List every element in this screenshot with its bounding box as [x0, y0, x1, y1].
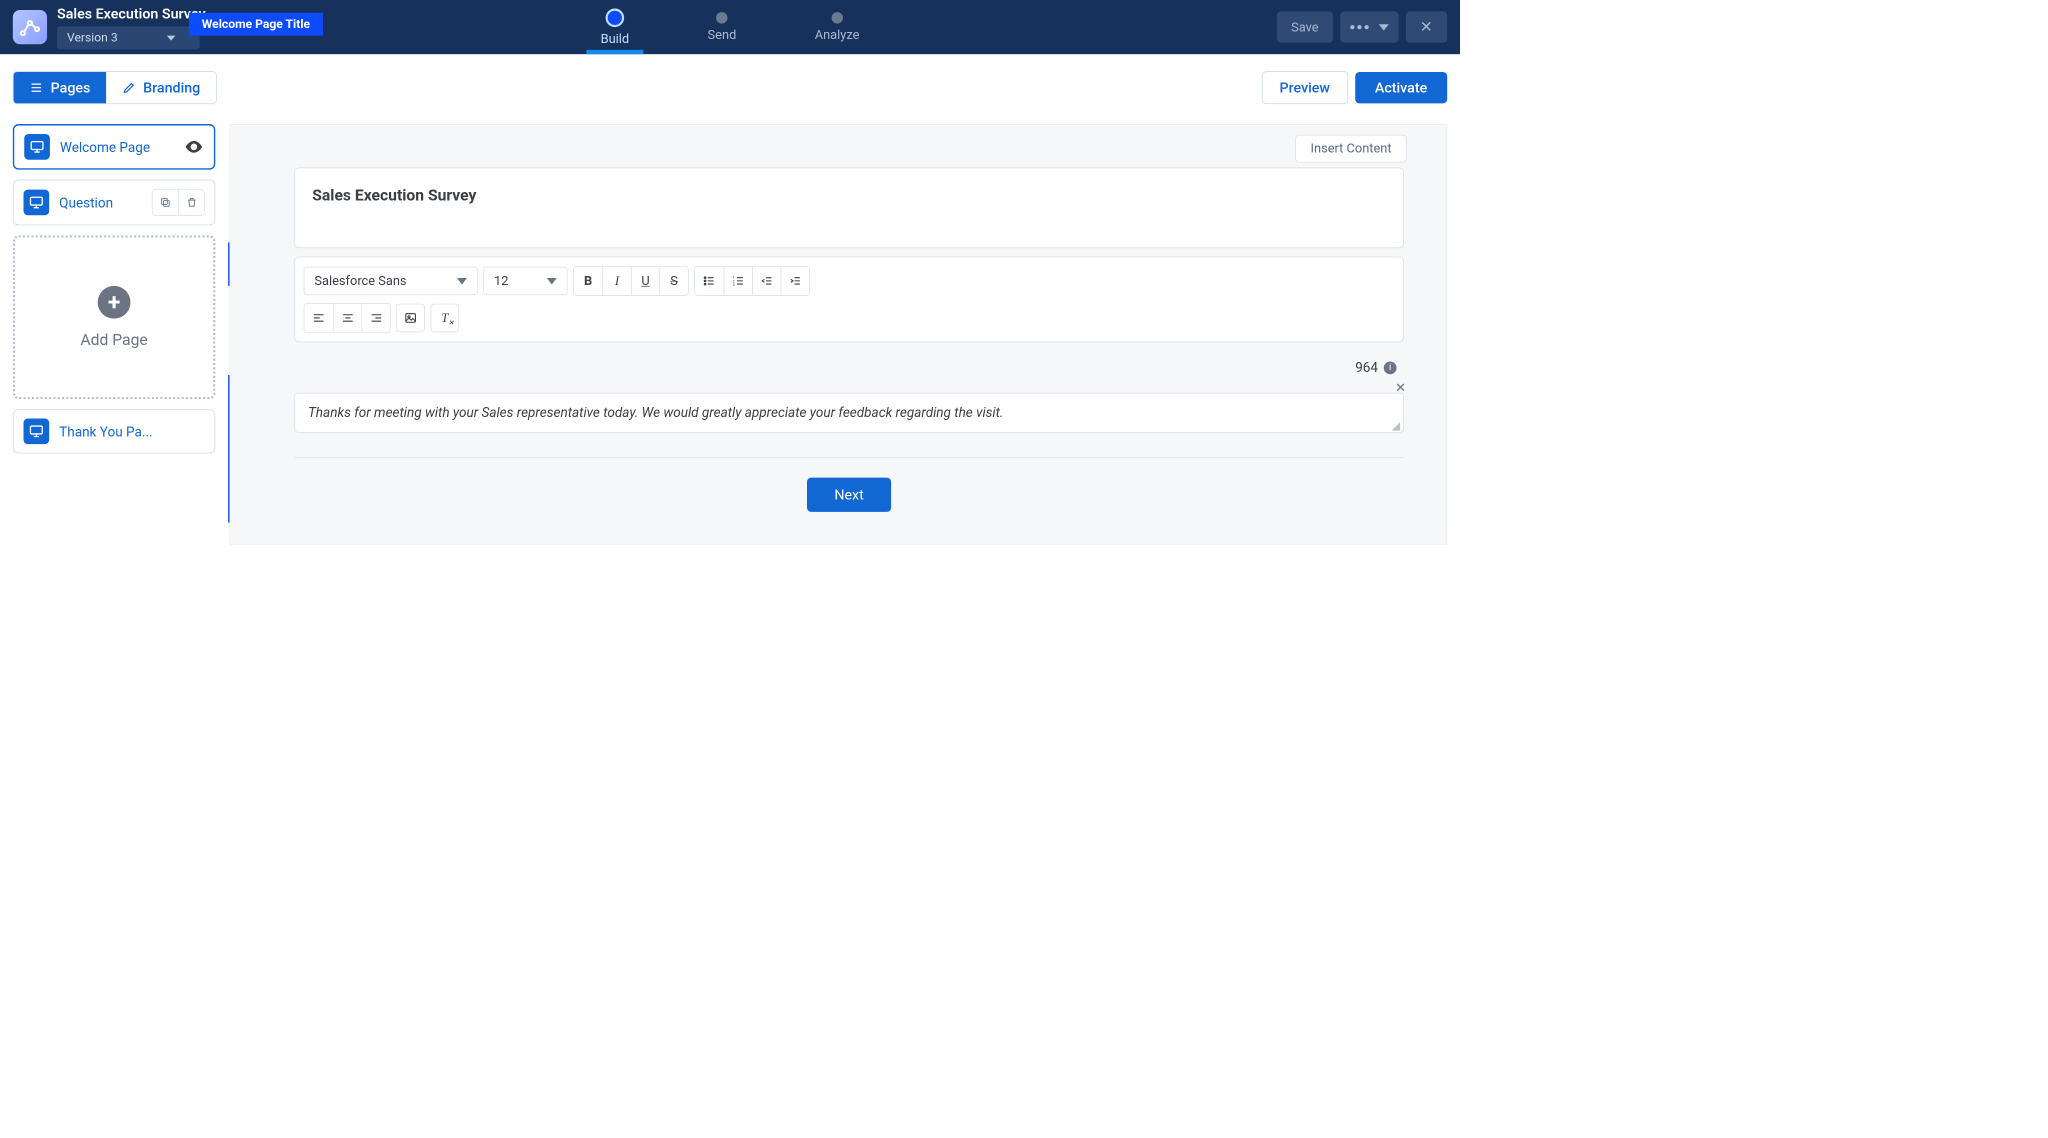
canvas: Insert Content Sales Execution Survey Sa… [230, 124, 1448, 545]
more-menu-button[interactable] [1340, 11, 1398, 42]
app-icon [13, 10, 47, 44]
plus-icon: + [98, 286, 131, 319]
page-card-actions [152, 189, 205, 216]
monitor-icon [24, 190, 50, 216]
close-button[interactable]: ✕ [1406, 11, 1448, 42]
pencil-icon [122, 81, 136, 95]
align-right-icon [370, 312, 383, 325]
survey-title: Sales Execution Survey [57, 5, 205, 22]
page-card-welcome[interactable]: Welcome Page [13, 124, 215, 170]
underline-button[interactable]: U [631, 267, 660, 296]
tab-branding[interactable]: Branding [106, 72, 216, 103]
secondary-bar: Pages Branding Preview Activate [0, 54, 1460, 110]
align-left-button[interactable] [304, 304, 333, 333]
next-button[interactable]: Next [807, 477, 891, 511]
insert-image-button[interactable] [396, 304, 425, 333]
page-card-thankyou[interactable]: Thank You Pa... [13, 409, 215, 453]
close-icon: ✕ [1420, 18, 1433, 36]
rich-text-toolbar: Salesforce Sans 12 B I U S [294, 257, 1403, 343]
chevron-down-icon [457, 278, 467, 284]
font-family-value: Salesforce Sans [314, 273, 406, 288]
clear-description-button[interactable]: ✕ [1395, 381, 1406, 396]
view-toggle: Pages Branding [13, 71, 217, 104]
copy-icon [160, 197, 171, 208]
align-left-icon [312, 312, 325, 325]
char-count: 964 i [294, 359, 1403, 375]
bullet-list-icon [703, 274, 716, 287]
add-page-button[interactable]: + Add Page [13, 235, 215, 399]
eye-icon[interactable] [184, 137, 204, 157]
chevron-down-icon [547, 278, 557, 284]
numbered-list-icon: 123 [732, 274, 745, 287]
step-label: Build [601, 31, 630, 46]
save-button[interactable]: Save [1277, 11, 1333, 42]
pages-sidebar: Welcome Page Question + Add Page Thank Y… [13, 124, 215, 453]
preview-button[interactable]: Preview [1262, 71, 1348, 104]
step-dot-icon [716, 12, 727, 23]
more-icon [1350, 25, 1369, 29]
main: Welcome Page Question + Add Page Thank Y… [0, 110, 1460, 559]
strike-button[interactable]: S [659, 267, 688, 296]
list-icon [29, 81, 43, 95]
step-build[interactable]: Build [601, 0, 630, 54]
insert-content-button[interactable]: Insert Content [1296, 135, 1407, 163]
step-send[interactable]: Send [708, 0, 737, 54]
bold-button[interactable]: B [574, 267, 603, 296]
step-label: Send [708, 27, 737, 42]
canvas-wrap: Insert Content Sales Execution Survey Sa… [230, 124, 1448, 545]
resize-handle-icon[interactable] [1392, 422, 1401, 431]
indent-button[interactable] [781, 267, 810, 296]
step-analyze[interactable]: Analyze [815, 0, 860, 54]
page-title-input[interactable]: Sales Execution Survey [294, 168, 1403, 249]
italic-button[interactable]: I [602, 267, 631, 296]
version-select-value: Version 3 [67, 31, 118, 45]
stepper: Build Send Analyze [601, 0, 860, 54]
font-size-select[interactable]: 12 [483, 267, 567, 296]
tab-pages-label: Pages [51, 79, 91, 96]
bullet-list-button[interactable] [695, 267, 724, 296]
delete-button[interactable] [178, 190, 204, 216]
monitor-icon [24, 134, 50, 160]
page-card-label: Thank You Pa... [59, 423, 204, 439]
divider [294, 457, 1403, 458]
monitor-icon [24, 418, 50, 444]
chevron-down-icon [167, 35, 176, 40]
outdent-button[interactable] [752, 267, 781, 296]
step-dot-icon [831, 12, 842, 23]
align-right-button[interactable] [361, 304, 390, 333]
numbered-list-button[interactable]: 123 [724, 267, 753, 296]
tab-pages[interactable]: Pages [14, 72, 107, 103]
info-icon[interactable]: i [1384, 361, 1397, 374]
description-text: Thanks for meeting with your Sales repre… [308, 404, 1003, 420]
chevron-down-icon [1378, 24, 1388, 30]
clear-format-icon: T✕ [441, 310, 448, 325]
version-select[interactable]: Version 3 [57, 26, 200, 49]
align-center-button[interactable] [333, 304, 362, 333]
outdent-icon [760, 274, 773, 287]
add-page-label: Add Page [80, 331, 147, 349]
step-label: Analyze [815, 27, 860, 42]
duplicate-button[interactable] [153, 190, 179, 216]
callout-welcome-title: Welcome Page Title [189, 13, 323, 36]
top-bar: Sales Execution Survey Version 3 Welcome… [0, 0, 1460, 54]
description-input[interactable]: ✕ Thanks for meeting with your Sales rep… [294, 393, 1403, 433]
clear-format-button[interactable]: T✕ [431, 304, 460, 333]
image-icon [404, 312, 417, 325]
indent-icon [789, 274, 802, 287]
char-count-value: 964 [1355, 359, 1378, 375]
page-card-label: Question [59, 194, 142, 210]
page-card-label: Welcome Page [60, 139, 174, 155]
step-dot-icon [606, 8, 625, 27]
tab-branding-label: Branding [143, 79, 200, 96]
svg-text:3: 3 [732, 283, 734, 287]
page-card-question[interactable]: Question [13, 180, 215, 226]
font-size-value: 12 [494, 273, 508, 288]
font-family-select[interactable]: Salesforce Sans [304, 267, 478, 296]
activate-button[interactable]: Activate [1355, 72, 1447, 103]
trash-icon [186, 197, 197, 208]
align-center-icon [341, 312, 354, 325]
